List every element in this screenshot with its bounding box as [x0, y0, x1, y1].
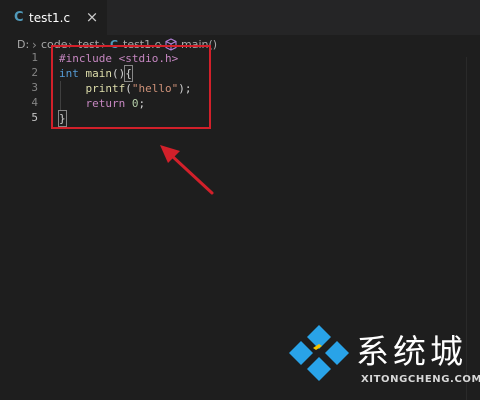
watermark-brand-cn: 系统城 — [356, 332, 467, 371]
vertical-scrollbar[interactable] — [466, 57, 480, 400]
watermark-brand-en: XITONGCHENG.COM — [361, 374, 480, 385]
xitongcheng-logo-icon — [289, 325, 349, 381]
